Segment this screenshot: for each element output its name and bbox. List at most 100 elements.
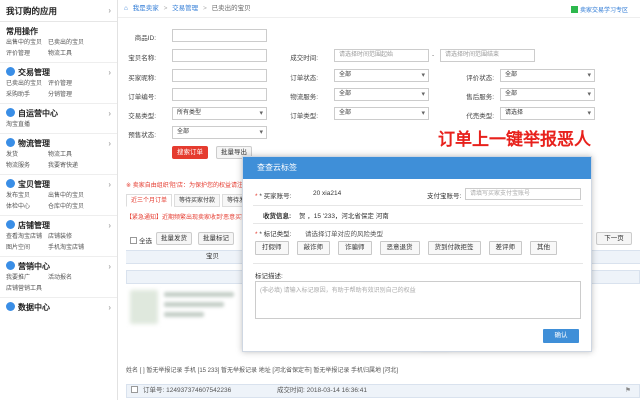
sidebar-section-logistics: 物流管理 › 发货 物流工具 物流服务 我要寄快递 (0, 134, 117, 175)
checkbox-icon (130, 237, 137, 244)
sidebar-link[interactable]: 评价管理 (48, 80, 94, 89)
presale-label: 预售状态: (128, 132, 156, 139)
sidebar: 我订购的应用 › 常用操作 出售中的宝贝 已卖出的宝贝 评价管理 物流工具 交易… (0, 0, 118, 400)
reason-textarea[interactable]: (非必填) 请输入标记原因，有助于帮助有效识别自己的权益 (255, 281, 581, 319)
tag-option[interactable]: 敲诈师 (296, 241, 330, 255)
tab-await-payment[interactable]: 等待买家付款 (174, 194, 221, 207)
order-time: 成交时间: 2018-03-14 16:36:41 (277, 387, 367, 394)
sidebar-section-title[interactable]: 数据中心 › (0, 301, 117, 315)
aftersale-select[interactable]: 全部 (500, 88, 595, 101)
sidebar-link[interactable]: 淘宝直播 (6, 121, 48, 130)
trade-icon (6, 67, 15, 76)
sidebar-section-title[interactable]: 店铺管理 › (0, 219, 117, 233)
agent-label: 代売类型: (466, 113, 494, 120)
sidebar-section-title[interactable]: 营销中心 › (0, 260, 117, 274)
sidebar-link[interactable]: 发货 (6, 151, 48, 160)
col-product: 宝贝 (206, 253, 219, 260)
product-id-input[interactable] (172, 29, 267, 42)
order-type-label: 交易类型: (128, 113, 156, 120)
tag-option[interactable]: 货到付款拒签 (427, 241, 481, 255)
sidebar-section-title[interactable]: 宝贝管理 › (0, 178, 117, 192)
chevron-right-icon: › (108, 221, 111, 230)
marketing-icon (6, 261, 15, 270)
sidebar-section-self-op: 自运营中心 › 淘宝直播 (0, 104, 117, 134)
chevron-right-icon: › (108, 303, 111, 312)
table-row: 订单号: 124937374607542236 成交时间: 2018-03-14… (126, 384, 640, 398)
alipay-input[interactable]: 请填写买家支付宝账号 (465, 188, 581, 200)
checkbox-icon[interactable] (131, 386, 138, 393)
time-end-input[interactable]: 请选择时间范围结束 (440, 49, 535, 62)
select-all[interactable]: 全选 (130, 235, 152, 245)
batch-ship-button[interactable]: 批量发货 (156, 232, 192, 245)
receiver-label: 收货信息: (263, 213, 292, 220)
breadcrumb-current: 已卖出的宝贝 (211, 5, 251, 12)
sidebar-link[interactable]: 查看淘宝店铺 (6, 233, 48, 242)
sidebar-link[interactable]: 已卖出的宝贝 (6, 80, 48, 89)
breadcrumb-trade[interactable]: 交易管理 (172, 5, 198, 12)
title-input[interactable] (172, 49, 267, 62)
sidebar-link[interactable]: 店铺营销工具 (6, 285, 48, 294)
buyer-input[interactable] (172, 69, 267, 82)
breadcrumb-home[interactable]: 我是卖家 (133, 5, 159, 12)
logistics-select[interactable]: 全部 (334, 88, 429, 101)
sidebar-section-title[interactable]: 交易管理 › (0, 66, 117, 80)
tag-option[interactable]: 差评师 (488, 241, 522, 255)
tab-recent[interactable]: 近三个月订单 (126, 194, 173, 207)
sidebar-link[interactable]: 评价管理 (6, 50, 48, 59)
sidebar-link[interactable]: 仓库中的宝贝 (48, 203, 94, 212)
learning-zone-link[interactable]: 卖家交易学习专区 (570, 5, 628, 14)
sidebar-link[interactable]: 出售中的宝贝 (6, 39, 48, 48)
chevron-right-icon: › (108, 180, 111, 189)
tag-option[interactable]: 其他 (530, 241, 557, 255)
chevron-right-icon: › (108, 6, 111, 15)
presale-select[interactable]: 全部 (172, 126, 267, 139)
sidebar-link[interactable]: 物流工具 (48, 151, 94, 160)
sidebar-link[interactable]: 采购助手 (6, 91, 48, 100)
sidebar-app-title[interactable]: 我订购的应用 › (0, 0, 117, 22)
time-start-input[interactable]: 请选择时间范围起始 (334, 49, 429, 62)
order-no-input[interactable] (172, 88, 267, 101)
confirm-button[interactable]: 确认 (543, 329, 579, 343)
buyer-label: 买家昵称: (128, 75, 156, 82)
sidebar-link[interactable]: 体检中心 (6, 203, 48, 212)
sidebar-link[interactable]: 活动报名 (48, 274, 94, 283)
prev-page-button[interactable]: 下一页 (596, 232, 632, 245)
sidebar-link[interactable]: 发布宝贝 (6, 192, 48, 201)
sidebar-link[interactable]: 物流工具 (48, 50, 94, 59)
sidebar-section-shop: 店铺管理 › 查看淘宝店铺 店铺装修 图片空间 手机淘宝店铺 (0, 216, 117, 257)
sidebar-section-title[interactable]: 物流管理 › (0, 137, 117, 151)
tag-type-label: * * 标记类型: (255, 231, 292, 238)
sidebar-link[interactable]: 图片空间 (6, 244, 48, 253)
order-kind-select[interactable]: 全部 (334, 107, 429, 120)
order-status-label: 订单状态: (290, 75, 318, 82)
agent-select[interactable]: 请选择 (500, 107, 595, 120)
sidebar-link[interactable]: 已卖出的宝贝 (48, 39, 94, 48)
flag-icon[interactable]: ⚑ (625, 385, 631, 397)
tag-option[interactable]: 诈骗师 (338, 241, 372, 255)
notice-2: 【紧急通知】近期频繁出现卖家收到'恶意买家'的情况，请注意识别！ (126, 215, 242, 221)
truck-icon (6, 138, 15, 147)
sidebar-link[interactable]: 手机淘宝店铺 (48, 244, 94, 253)
search-orders-button[interactable]: 搜索订单 (172, 146, 208, 159)
sidebar-section-title[interactable]: 自运营中心 › (0, 107, 117, 121)
tag-option[interactable]: 恶意退货 (379, 241, 420, 255)
sidebar-link[interactable]: 店铺装修 (48, 233, 94, 242)
sidebar-link[interactable]: 出售中的宝贝 (48, 192, 94, 201)
sidebar-link[interactable]: 我要推广 (6, 274, 48, 283)
alipay-label: 支付宝账号: (427, 193, 462, 200)
tag-option[interactable]: 打假师 (255, 241, 289, 255)
shop-icon (6, 220, 15, 229)
order-type-select[interactable]: 所有类型 (172, 107, 267, 120)
buyer-account-value: 20 xia214 (313, 190, 342, 197)
sidebar-section-title: 常用操作 (6, 27, 38, 36)
batch-flag-button[interactable]: 批量标记 (198, 232, 234, 245)
sidebar-link[interactable]: 物流服务 (6, 162, 48, 171)
time-label: 成交时间: (290, 55, 318, 62)
aftersale-label: 售后服务: (466, 94, 494, 101)
sidebar-link[interactable]: 我要寄快递 (48, 162, 94, 171)
help-icon (570, 6, 578, 13)
sidebar-link[interactable]: 分销管理 (48, 91, 94, 100)
tag-dialog: 查查云标签 * * 买家账号: 20 xia214 支付宝账号: 请填写买家支付… (242, 156, 592, 352)
order-status-select[interactable]: 全部 (334, 69, 429, 82)
rating-select[interactable]: 全部 (500, 69, 595, 82)
